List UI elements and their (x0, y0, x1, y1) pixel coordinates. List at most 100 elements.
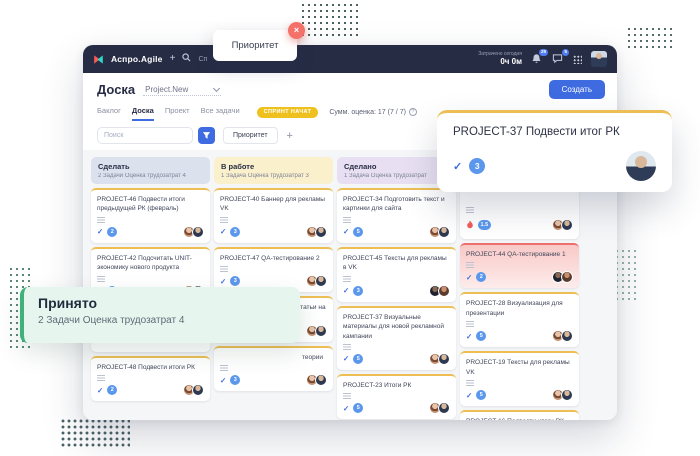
task-card[interactable]: PROJECT-28 Визуализация для презентации ✓… (460, 292, 579, 347)
filter-button[interactable] (198, 127, 215, 144)
tab-0[interactable]: Баклог (97, 106, 121, 121)
estimate-badge: 5 (353, 227, 363, 237)
card-footer: ✓2 (466, 271, 573, 283)
check-icon: ✓ (343, 227, 349, 236)
assignee-avatars (429, 285, 450, 297)
assignee-avatar (626, 151, 656, 181)
column-name: Сделано (344, 162, 449, 171)
tab-3[interactable]: Все задачи (201, 106, 240, 121)
check-icon: ✓ (343, 404, 349, 413)
card-footer: ✓3 (220, 374, 327, 386)
top-navbar: Аспро.Agile + Сп Затрачено сегодня 0ч 0м… (83, 45, 617, 73)
task-card[interactable]: PROJECT-45 Тексты для рекламы в VK✓3 (337, 247, 456, 302)
user-avatar[interactable] (591, 51, 607, 67)
task-card[interactable]: теории ✓3 (214, 346, 333, 391)
task-card[interactable]: 1.5 (460, 188, 579, 239)
sprint-status-badge: СПРИНТ НАЧАТ (257, 107, 319, 118)
chevron-down-icon (213, 84, 220, 91)
task-card[interactable]: PROJECT-34 Подготовить текст и картинки … (337, 188, 456, 243)
estimate-badge: 5 (353, 354, 363, 364)
column-name: Сделать (98, 162, 203, 171)
priority-tooltip: Приоритет × (213, 30, 297, 61)
card-footer: ✓5 (466, 330, 573, 342)
avatar (315, 325, 327, 337)
check-icon: ✓ (220, 277, 226, 286)
notifications-button[interactable]: 29 (531, 53, 543, 65)
navbar-right: Затрачено сегодня 0ч 0м 29 5 (478, 51, 607, 67)
apps-grid-icon[interactable] (573, 55, 582, 64)
description-icon (97, 276, 105, 282)
card-footer: ✓3 (220, 226, 327, 238)
add-filter-button[interactable]: + (283, 130, 297, 142)
task-card[interactable]: PROJECT-23 Итоги РК ✓5 (337, 374, 456, 419)
card-footer: 1.5 (466, 216, 573, 234)
search-icon[interactable] (182, 53, 191, 65)
app-window: Аспро.Agile + Сп Затрачено сегодня 0ч 0м… (83, 45, 617, 420)
task-card[interactable]: PROJECT-48 Подвести итоги РК✓2 (91, 356, 210, 401)
task-card[interactable]: PROJECT-19 Тексты для рекламы VK✓5 (460, 351, 579, 406)
card-title: теории (220, 353, 327, 362)
task-card[interactable]: PROJECT-44 QA-тестирование 1 ✓2 (460, 243, 579, 288)
create-button[interactable]: Создать (549, 80, 605, 99)
tab-1[interactable]: Доска (132, 106, 154, 121)
priority-filter-chip[interactable]: Приоритет (223, 127, 278, 144)
card-footer: ✓2 (97, 226, 204, 238)
check-icon: ✓ (343, 354, 349, 363)
avatar (315, 275, 327, 287)
info-icon[interactable]: ? (409, 108, 417, 116)
column-name: В работе (221, 162, 326, 171)
description-icon (343, 276, 351, 282)
decorative-dots (614, 248, 640, 300)
estimate-badge: 3 (353, 286, 363, 296)
check-icon: ✓ (343, 286, 349, 295)
avatar (561, 389, 573, 401)
priority-tooltip-label: Приоритет (232, 40, 279, 51)
popup-estimate-badge: 3 (469, 158, 485, 174)
decorative-dots (300, 2, 360, 36)
board-column-0: Сделать2 Задачи Оценка трудозатрат 4 PROJ… (91, 157, 210, 413)
task-card[interactable]: PROJECT-46 Подвести итоги предыдущей РК … (91, 188, 210, 243)
tab-2[interactable]: Проект (165, 106, 190, 121)
project-name: Project.New (145, 85, 188, 94)
card-title: PROJECT-23 Итоги РК (343, 381, 450, 390)
accepted-title: Принято (38, 295, 286, 311)
estimate-badge: 5 (476, 331, 486, 341)
search-input[interactable] (97, 127, 193, 144)
estimate-badge: 5 (476, 390, 486, 400)
check-icon: ✓ (220, 376, 226, 385)
time-tracker-value: 0ч 0м (478, 57, 522, 67)
card-title: PROJECT-34 Подготовить текст и картинки … (343, 195, 450, 214)
messages-button[interactable]: 5 (552, 53, 564, 65)
page-title: Доска (97, 82, 135, 97)
task-card[interactable]: PROJECT-16 Подвести итоги РК (460, 410, 579, 420)
description-icon (97, 217, 105, 223)
task-card[interactable]: PROJECT-40 Баннер для рекламы VK ✓3 (214, 188, 333, 243)
card-title: PROJECT-28 Визуализация для презентации (466, 299, 573, 318)
description-icon (466, 321, 474, 327)
add-icon[interactable]: + (170, 54, 176, 64)
decorative-dots (626, 26, 672, 52)
card-title: PROJECT-44 QA-тестирование 1 (466, 250, 573, 259)
brand-logo-icon (93, 54, 104, 65)
column-header[interactable]: В работе1 Задача Оценка трудозатрат 3 (214, 157, 333, 184)
navbar-partial-text: Сп (198, 56, 207, 63)
close-icon[interactable]: × (288, 22, 305, 39)
card-footer: ✓2 (97, 384, 204, 396)
assignee-avatars (429, 402, 450, 414)
estimate-badge: 3 (230, 276, 240, 286)
card-footer: ✓3 (220, 275, 327, 287)
project-selector[interactable]: Project.New (143, 84, 221, 96)
card-title: PROJECT-42 Подсчитать UNIT-экономику нов… (97, 254, 204, 273)
task-card[interactable]: PROJECT-47 QA-тестирование 2✓3 (214, 247, 333, 292)
description-icon (466, 207, 474, 213)
card-title: PROJECT-40 Баннер для рекламы VK (220, 195, 327, 214)
avatar (438, 402, 450, 414)
chat-icon (552, 53, 563, 64)
task-card-popup[interactable]: PROJECT-37 Подвести итог РК ✓ 3 (437, 110, 672, 192)
task-card[interactable]: PROJECT-37 Визуальные материалы для ново… (337, 306, 456, 370)
card-footer: ✓5 (343, 402, 450, 414)
messages-count-badge: 5 (562, 49, 569, 56)
column-header[interactable]: Сделать2 Задачи Оценка трудозатрат 4 (91, 157, 210, 184)
assignee-avatars (306, 374, 327, 386)
avatar (315, 226, 327, 238)
